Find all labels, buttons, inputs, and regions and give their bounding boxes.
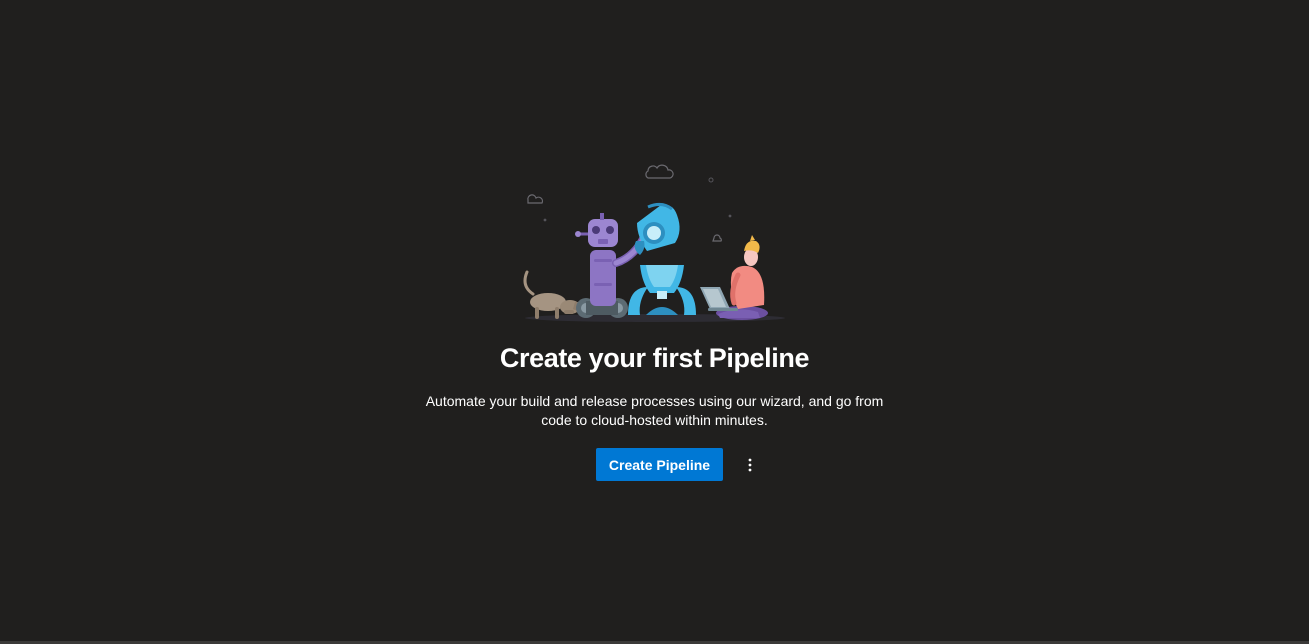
create-pipeline-button[interactable]: Create Pipeline [595,448,724,481]
more-actions-button[interactable] [739,448,761,481]
empty-state-actions: Create Pipeline [595,448,761,481]
empty-state-description: Automate your build and release processe… [425,393,884,428]
page-title: Create your first Pipeline [499,343,810,373]
empty-state: Create your first Pipeline Automate your… [0,155,1309,481]
pipeline-illustration-icon [523,164,785,322]
more-vertical-icon [748,458,752,471]
pipelines-page: Create your first Pipeline Automate your… [0,0,1309,644]
